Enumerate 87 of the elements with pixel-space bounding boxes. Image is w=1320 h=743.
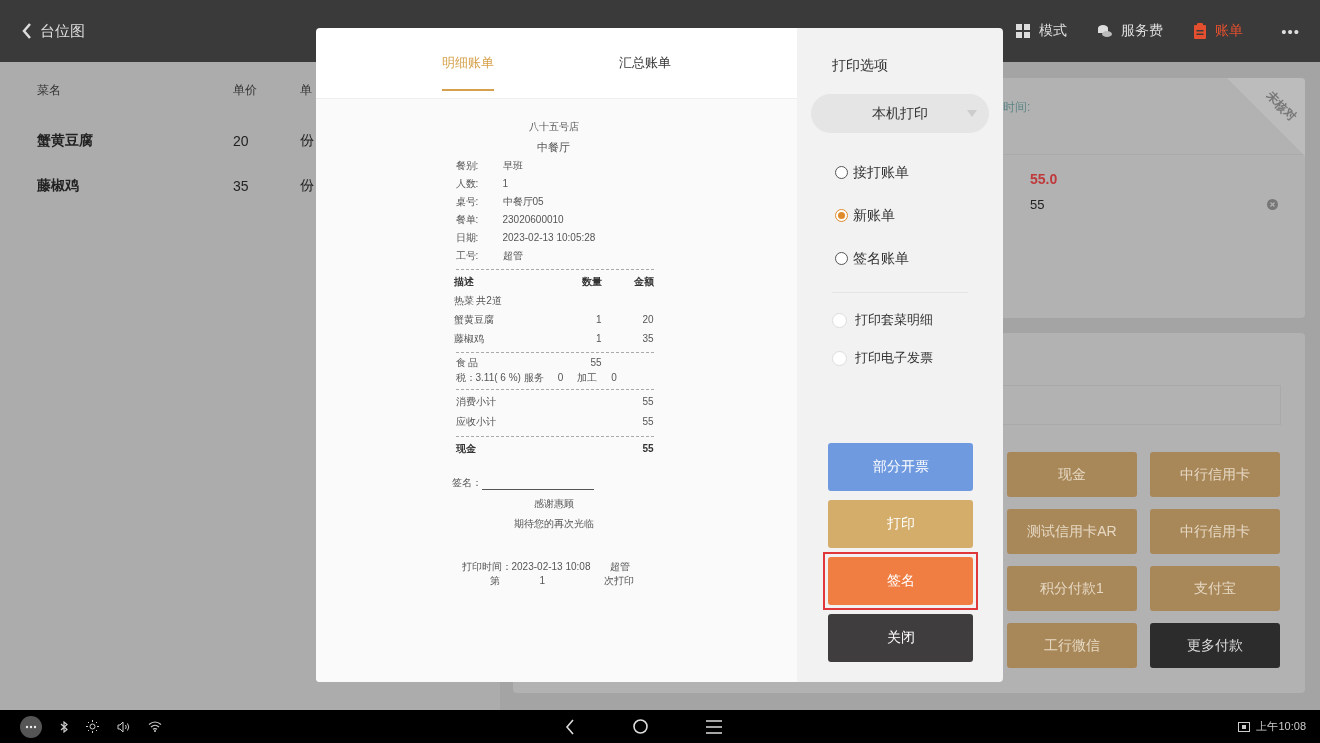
home-icon[interactable] [633,719,648,734]
more-icon[interactable] [20,715,42,738]
caret-icon [967,110,977,117]
tax-text: 加工 [577,371,598,385]
bill-icon [1193,23,1208,39]
column-header: 单价 [233,81,257,99]
back-label: 台位图 [40,21,85,41]
checkbox-option[interactable]: 打印电子发票 [832,339,1003,377]
panel-title: 打印选项 [832,57,888,73]
radio-option[interactable]: 新账单 [835,194,895,237]
thanks-text: 感谢惠顾 [533,498,574,509]
toolbar-tab[interactable]: 服务费 [1097,22,1164,40]
farewell-text: 期待您的再次光临 [513,518,594,529]
printer-dropdown[interactable]: 本机打印 [811,94,989,133]
amount-due: 55.0 [1030,171,1058,187]
table-cell: 份 [300,176,314,195]
receipt-label: 食 品 [455,356,480,370]
more-button[interactable]: ••• [1281,22,1300,40]
store-name: 八十五号店 [528,121,579,132]
receipt-header: 描述 [453,275,475,289]
checkbox-option[interactable]: 打印套菜明细 [832,301,1003,339]
coins-icon [1097,23,1114,39]
info-value: 超管 [502,249,524,263]
print-count-text: 次打印 [603,574,635,588]
ribbon-label: 未核对 [1262,87,1300,126]
back-button[interactable]: 台位图 [22,21,85,41]
back-icon[interactable] [565,718,575,735]
wifi-icon[interactable] [148,721,162,732]
info-label: 人数: [455,177,480,191]
info-label: 桌号: [455,195,480,209]
radio-option[interactable]: 接打账单 [835,151,909,194]
info-label: 工号: [455,249,480,263]
screen-icon[interactable] [1238,721,1251,732]
receipt-header: 数量 [580,275,602,289]
receipt-header: 金额 [632,275,654,289]
receipt-value: 55 [641,395,654,409]
action-button[interactable]: 关闭 [828,614,973,662]
info-label: 日期: [455,231,480,245]
print-count-text: 第 [489,574,501,588]
payment-button[interactable]: 更多付款 [1150,623,1280,668]
receipt-value: 55 [641,415,654,429]
info-label: 餐别: [455,159,480,173]
volume-icon[interactable] [117,720,130,733]
table-cell: 蟹黄豆腐 [37,131,93,150]
signature-label: 签名： [451,476,482,490]
brightness-icon[interactable] [86,720,99,733]
receipt-label: 应收小计 [455,415,497,429]
chevron-left-icon [22,23,32,39]
receipt-value: 55 [589,356,602,370]
info-value: 中餐厅05 [502,195,545,209]
info-value: 23020600010 [502,213,565,227]
receipt-label: 消费小计 [455,395,497,409]
radio-option[interactable]: 签名账单 [835,237,909,280]
time-label: 时间: [1003,100,1031,114]
hall-name: 中餐厅 [537,141,570,153]
tax-text: 0 [557,371,564,385]
table-cell: 份 [300,131,314,150]
clock: 上午10:08 [1256,719,1306,734]
receipt-category: 热菜 共2道 [453,294,503,308]
info-value: 1 [502,177,510,191]
receipt-item: 藤椒鸡 [453,332,485,346]
info-label: 餐单: [455,213,480,227]
receipt-item: 35 [641,332,654,346]
tax-text: 0 [611,371,617,385]
toolbar-tab[interactable]: 模式 [1015,22,1068,40]
receipt-label: 现金 [455,442,477,456]
tax-text: 税：3.11( 6 %) 服务 [455,371,544,385]
info-value: 2023-02-13 10:05:28 [502,231,597,245]
paid-amount: 55 [1030,197,1045,212]
receipt-item: 1 [594,332,602,346]
table-cell: 20 [233,132,249,149]
print-time-text: 打印时间：2023-02-13 10:08 [461,560,591,574]
info-value: 早班 [502,159,524,173]
receipt-item: 蟹黄豆腐 [453,313,495,327]
bluetooth-icon[interactable] [60,720,68,733]
column-header: 菜名 [37,81,61,99]
dialog-tab[interactable]: 汇总账单 [595,28,695,98]
receipt-item: 20 [641,313,654,327]
table-cell: 35 [233,177,249,194]
print-count-text: 1 [539,574,547,588]
column-header: 单 [300,81,312,99]
receipt-item: 1 [594,313,602,327]
receipt-value: 55 [641,442,654,456]
table-cell: 藤椒鸡 [37,176,79,195]
grid-icon [1015,23,1032,39]
menu-icon[interactable] [706,719,722,734]
print-time-text: 超管 [610,560,631,574]
